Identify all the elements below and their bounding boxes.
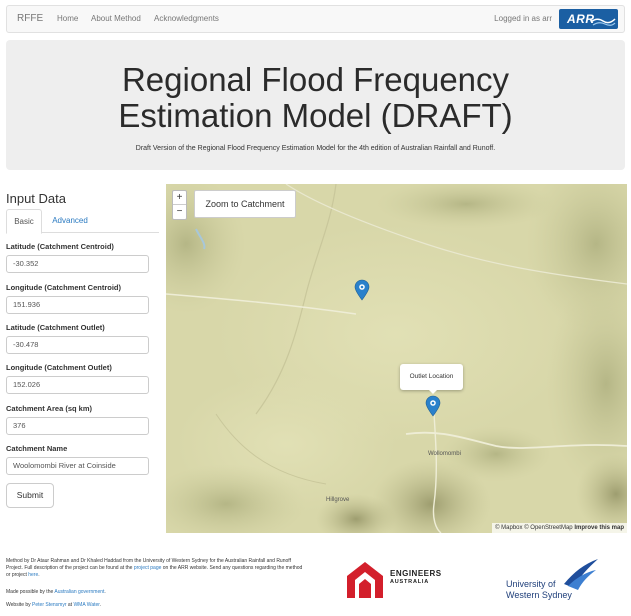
catchment-area-label: Catchment Area (sq km) (6, 404, 92, 413)
osm-attribution-link[interactable]: © OpenStreetMap (524, 525, 572, 531)
outlet-latitude-label: Latitude (Catchment Outlet) (6, 323, 105, 332)
footer-support: Made possible by the Australian governme… (6, 589, 306, 596)
nav-acknowledgments-link[interactable]: Acknowledgments (154, 14, 219, 23)
footer-website: Website by Peter Stensmyr at WMA Water. (6, 602, 306, 609)
arr-logo[interactable]: ARR (559, 9, 618, 29)
credit-line-1: Method by Dr Ataur Rahman and Dr Khaled … (6, 558, 291, 564)
input-tabs: Basic Advanced (6, 209, 159, 234)
tab-advanced[interactable]: Advanced (46, 209, 94, 233)
ea-logo-line-1: ENGINEERS (390, 569, 442, 578)
uws-logo-line-2: Western Sydney (506, 590, 572, 600)
centroid-latitude-label: Latitude (Catchment Centroid) (6, 242, 114, 251)
outlet-longitude-input[interactable]: 152.026 (6, 376, 149, 394)
map-view[interactable]: + − Zoom to Catchment Outlet Location Wo… (166, 184, 627, 533)
logged-in-user: Logged in as arr (494, 14, 552, 23)
catchment-name-input[interactable]: Woolomombi River at Coinside (6, 457, 149, 475)
page-title-line-2: Estimation Model (DRAFT) (118, 97, 513, 134)
support-text: Made possible by the (6, 589, 55, 595)
town-label-wollomombi: Wollomombi (428, 451, 461, 457)
arr-wave-icon (590, 18, 616, 26)
uws-logo-line-1: University of (506, 579, 556, 589)
outlet-marker-icon[interactable] (425, 395, 441, 417)
page-title: Regional Flood Frequency Estimation Mode… (6, 62, 625, 134)
website-text: Website by (6, 602, 33, 608)
nav-about-method-link[interactable]: About Method (91, 14, 141, 23)
outlet-location-popup: Outlet Location (400, 364, 463, 390)
improve-map-link[interactable]: Improve this map (574, 525, 624, 531)
catchment-area-input[interactable]: 376 (6, 417, 149, 435)
peter-stensmyr-link[interactable]: Peter Stensmyr (32, 602, 66, 608)
contact-here-link[interactable]: here (28, 572, 38, 578)
tab-basic[interactable]: Basic (6, 209, 42, 234)
uws-logo[interactable]: University of Western Sydney (502, 558, 604, 604)
map-attribution: © Mapbox © OpenStreetMap Improve this ma… (492, 523, 627, 533)
credit-text: or project (6, 572, 29, 578)
centroid-longitude-input[interactable]: 151.936 (6, 296, 149, 314)
town-label-hillgrove: Hillgrove (326, 497, 350, 503)
outlet-latitude-input[interactable]: -30.478 (6, 336, 149, 354)
submit-button[interactable]: Submit (6, 483, 54, 508)
credit-line-3: or project here. (6, 572, 306, 579)
zoom-to-catchment-button[interactable]: Zoom to Catchment (194, 190, 296, 218)
support-text: . (104, 589, 106, 595)
engineers-australia-logo[interactable]: ENGINEERS AUSTRALIA (345, 554, 455, 604)
input-data-title: Input Data (6, 191, 66, 206)
catchment-name-label: Catchment Name (6, 444, 68, 453)
header-jumbotron: Regional Flood Frequency Estimation Mode… (6, 40, 625, 170)
centroid-latitude-input[interactable]: -30.352 (6, 255, 149, 273)
credit-line-2: Project. Full description of the project… (6, 565, 306, 572)
centroid-marker-icon[interactable] (354, 279, 370, 301)
navbar: RFFE Home About Method Acknowledgments L… (6, 5, 625, 33)
australian-government-link[interactable]: Australian government (54, 589, 104, 595)
mapbox-attribution-link[interactable]: © Mapbox (495, 525, 522, 531)
map-terrain (166, 184, 627, 533)
credit-text: on the ARR website. Send any questions r… (161, 565, 303, 571)
centroid-longitude-label: Longitude (Catchment Centroid) (6, 283, 121, 292)
credit-text: . (38, 572, 40, 578)
nav-home-link[interactable]: Home (57, 14, 78, 23)
popup-tip (428, 389, 438, 394)
ea-logo-line-2: AUSTRALIA (390, 579, 429, 585)
credit-text: Project. Full description of the project… (6, 565, 134, 571)
wma-water-link[interactable]: WMA Water (73, 602, 99, 608)
outlet-longitude-label: Longitude (Catchment Outlet) (6, 363, 112, 372)
page-title-line-1: Regional Flood Frequency (121, 61, 510, 98)
footer-credits: Method by Dr Ataur Rahman and Dr Khaled … (6, 558, 306, 579)
zoom-in-button[interactable]: + (173, 191, 186, 205)
brand-link[interactable]: RFFE (17, 13, 43, 24)
zoom-control: + − (172, 190, 187, 220)
zoom-out-button[interactable]: − (173, 205, 186, 219)
website-text: . (99, 602, 102, 608)
project-page-link[interactable]: project page (134, 565, 162, 571)
page-subtitle: Draft Version of the Regional Flood Freq… (135, 145, 496, 152)
